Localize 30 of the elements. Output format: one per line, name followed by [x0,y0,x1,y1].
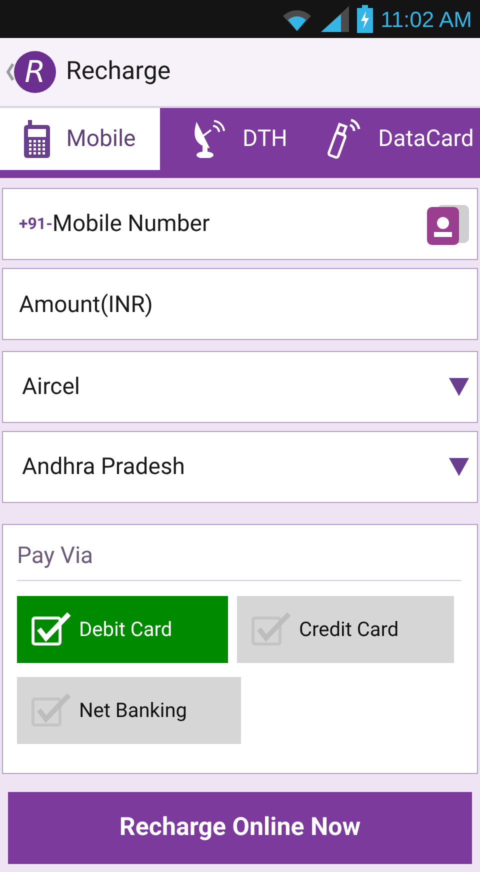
clock-time: 11:02 AM [380,6,472,34]
payment-option[interactable]: Credit Card [237,596,454,662]
country-code: +91- [19,213,52,235]
phone-icon [24,120,50,158]
payment-option[interactable]: Debit Card [17,596,228,662]
checkbox-icon [31,693,73,727]
screen-title: Recharge [66,56,171,88]
mobile-number-field[interactable]: Mobile Number [52,206,427,242]
payment-option[interactable]: Net Banking [17,676,241,744]
pay-via-heading: Pay Via [17,539,461,580]
contacts-icon[interactable] [427,203,469,245]
signal-icon [320,6,349,32]
back-button[interactable]: R [6,51,56,93]
dropdown-arrow-icon [449,378,469,396]
tab[interactable]: DTH [160,108,320,170]
usb-stick-icon [326,119,362,159]
dropdown-arrow-icon [449,458,469,476]
dropdown[interactable]: Aircel [2,351,478,423]
checkbox-icon [31,612,73,646]
checkbox-icon [251,612,293,646]
app-logo: R [14,51,56,93]
back-chevron-icon [6,63,14,81]
mobile-number-box[interactable]: +91-Mobile Number [2,188,478,260]
amount-field[interactable]: Amount(INR) [2,268,478,340]
tab[interactable]: DataCard [320,108,480,170]
recharge-button[interactable]: Recharge Online Now [8,792,472,864]
satellite-dish-icon [192,120,227,158]
tab[interactable]: Mobile [0,108,160,170]
dropdown[interactable]: Andhra Pradesh [2,431,478,503]
battery-icon [356,5,373,33]
